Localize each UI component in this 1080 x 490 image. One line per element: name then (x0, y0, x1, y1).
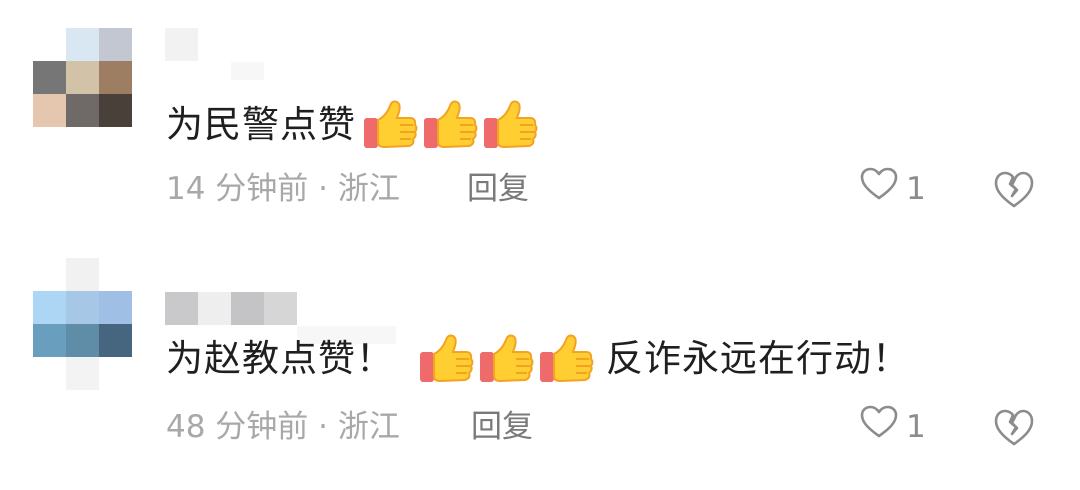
thumbs-group (360, 98, 540, 152)
avatar-pixel (99, 357, 132, 390)
avatar-pixel (33, 94, 66, 127)
avatar-pixel (33, 28, 66, 61)
avatar-pixel (66, 61, 99, 94)
avatar-pixel (33, 291, 66, 324)
avatar-pixel (66, 94, 99, 127)
avatar-pixel (66, 324, 99, 357)
avatar[interactable] (33, 258, 132, 390)
like-count: 1 (906, 171, 926, 207)
avatar-pixel (99, 258, 132, 291)
thumbs-up-icon (480, 98, 540, 152)
avatar-pixel (99, 324, 132, 357)
like-button[interactable]: 1 (860, 405, 926, 450)
avatar-pixel (66, 28, 99, 61)
time-location: 48 分钟前 · 浙江 (166, 409, 400, 445)
time-location: 14 分钟前 · 浙江 (166, 171, 400, 207)
avatar-pixel (33, 61, 66, 94)
comment-text-tail: 反诈永远在行动！ (606, 337, 910, 380)
avatar-pixel (66, 291, 99, 324)
avatar-pixel (99, 291, 132, 324)
comment-text: 为民警点赞 (166, 98, 540, 152)
reply-button[interactable]: 回复 (471, 406, 533, 448)
avatar-pixel (99, 94, 132, 127)
username-blurred[interactable] (165, 292, 396, 344)
heart-icon (860, 167, 898, 212)
avatar-pixel (33, 357, 66, 390)
broken-heart-icon (994, 409, 1034, 451)
avatar-pixel (33, 258, 66, 291)
thumbs-up-icon (416, 332, 476, 386)
avatar-pixel (99, 28, 132, 61)
reply-button[interactable]: 回复 (467, 168, 529, 210)
thumbs-group (416, 332, 596, 386)
broken-heart-icon (994, 171, 1034, 213)
like-count: 1 (906, 409, 926, 445)
dislike-button[interactable] (994, 409, 1034, 447)
thumbs-up-icon (536, 332, 596, 386)
avatar-pixel (66, 258, 99, 291)
heart-icon (860, 405, 898, 450)
comment-text: 为赵教点赞！ 反诈永远在行动！ (166, 332, 910, 386)
avatar-pixel (66, 357, 99, 390)
username-blurred[interactable] (165, 28, 264, 80)
like-button[interactable]: 1 (860, 167, 926, 212)
avatar-pixel (99, 61, 132, 94)
thumbs-up-icon (476, 332, 536, 386)
dislike-button[interactable] (994, 171, 1034, 209)
thumbs-up-icon (420, 98, 480, 152)
avatar[interactable] (33, 28, 132, 127)
comment-text-main: 为民警点赞 (166, 103, 356, 146)
comment-text-main: 为赵教点赞！ (166, 337, 394, 380)
avatar-pixel (33, 324, 66, 357)
thumbs-up-icon (360, 98, 420, 152)
